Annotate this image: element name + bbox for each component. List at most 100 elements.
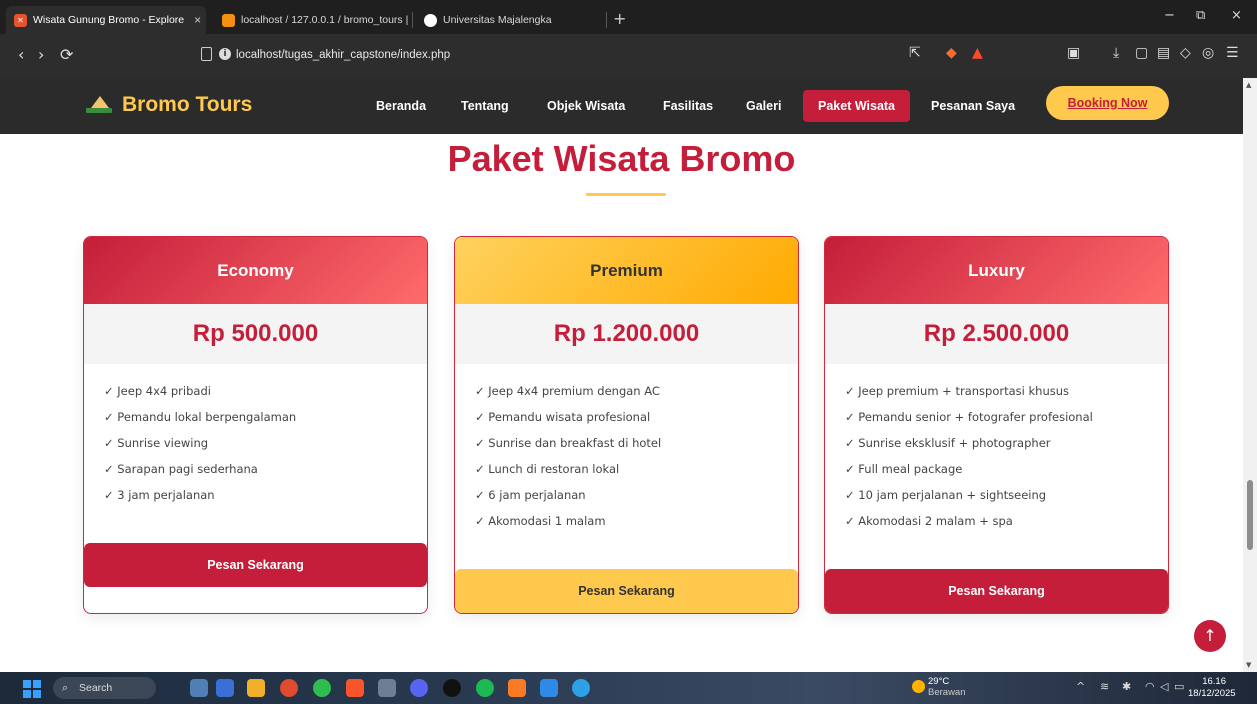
search-icon: ⌕	[62, 682, 69, 694]
nav-paket-wisata[interactable]: Paket Wisata	[803, 90, 911, 122]
edge-icon[interactable]	[572, 679, 590, 697]
xampp-favicon-icon: ✕	[14, 13, 27, 27]
package-card-luxury: Luxury Rp 2.500.000 ✓ Jeep premium + tra…	[824, 236, 1169, 614]
feature-item: ✓ Akomodasi 1 malam	[475, 514, 606, 528]
feature-list: ✓ Jeep 4x4 pribadi ✓ Pemandu lokal berpe…	[84, 364, 427, 511]
taskbar-search[interactable]: ⌕ Search	[53, 677, 156, 699]
discord-icon[interactable]	[410, 679, 428, 697]
package-card-premium: Premium Rp 1.200.000 ✓ Jeep 4x4 premium …	[454, 236, 799, 614]
title-underline	[586, 193, 666, 196]
weather-desc: Berawan	[928, 687, 966, 698]
feature-item: ✓ Sunrise viewing	[104, 436, 209, 450]
feature-item: ✓ Pemandu senior + fotografer profesiona…	[845, 410, 1093, 424]
brave-icon[interactable]	[346, 679, 364, 697]
xampp-icon[interactable]	[508, 679, 526, 697]
back-to-top-button[interactable]: ↑	[1194, 620, 1226, 652]
tab-bromo[interactable]: ✕ Wisata Gunung Bromo - Explore ×	[6, 6, 206, 34]
weather-temp: 29°C	[928, 676, 950, 687]
feature-list: ✓ Jeep premium + transportasi khusus ✓ P…	[825, 364, 1168, 537]
vpn-icon[interactable]: ◎	[1202, 45, 1214, 61]
nav-tentang[interactable]: Tentang	[446, 90, 524, 122]
forward-icon[interactable]: ›	[38, 45, 44, 64]
maximize-button[interactable]: ⧉	[1196, 8, 1205, 23]
wallet-icon[interactable]: ▤	[1157, 45, 1170, 61]
feature-item: ✓ Sunrise dan breakfast di hotel	[475, 436, 662, 450]
chrome-icon[interactable]	[280, 679, 298, 697]
browser-address-bar: ‹ › ⟳ i localhost/tugas_akhir_capstone/i…	[0, 34, 1257, 78]
scroll-down-icon[interactable]: ▼	[1246, 661, 1251, 669]
menu-icon[interactable]: ☰	[1226, 45, 1239, 61]
section-title: Paket Wisata Bromo	[447, 138, 796, 179]
package-name: Premium	[455, 237, 798, 304]
windows-start-icon[interactable]	[23, 680, 41, 698]
spotify-icon[interactable]	[476, 679, 494, 697]
weather-icon	[912, 680, 925, 693]
feature-item: ✓ 3 jam perjalanan	[104, 488, 215, 502]
nav-objek-wisata[interactable]: Objek Wisata	[532, 90, 640, 122]
wifi-icon[interactable]: ◠	[1145, 680, 1155, 693]
feature-item: ✓ Lunch di restoran lokal	[475, 462, 620, 476]
chevron-up-icon[interactable]: ^	[1076, 680, 1085, 693]
battery-icon[interactable]: ▭	[1174, 680, 1184, 693]
system-clock[interactable]: 16.16 18/12/2025	[1188, 676, 1236, 700]
reload-icon[interactable]: ⟳	[60, 45, 73, 64]
sidebar-icon[interactable]: ▢	[1135, 45, 1148, 61]
feature-item: ✓ Jeep 4x4 pribadi	[104, 384, 211, 398]
scroll-up-icon[interactable]: ▲	[1246, 81, 1251, 89]
tiktok-icon[interactable]	[443, 679, 461, 697]
feature-item: ✓ 6 jam perjalanan	[475, 488, 586, 502]
download-icon[interactable]: ⤓	[1113, 45, 1119, 61]
reader-mode-icon[interactable]: ▣	[1067, 45, 1080, 61]
close-window-button[interactable]: ×	[1231, 8, 1242, 23]
minimize-button[interactable]: −	[1164, 8, 1175, 23]
nav-beranda[interactable]: Beranda	[361, 90, 441, 122]
close-tab-icon[interactable]: ×	[194, 13, 201, 27]
whatsapp-icon[interactable]	[313, 679, 331, 697]
brave-rewards-icon[interactable]: ▲	[972, 45, 983, 61]
vscode-icon[interactable]	[540, 679, 558, 697]
feature-item: ✓ Jeep 4x4 premium dengan AC	[475, 384, 660, 398]
clock-date: 18/12/2025	[1188, 688, 1236, 699]
mountain-icon	[86, 94, 112, 116]
pesan-sekarang-button[interactable]: Pesan Sekarang	[455, 569, 798, 613]
url-field[interactable]: localhost/tugas_akhir_capstone/index.php	[236, 49, 450, 61]
windows-taskbar: ⌕ Search 29°C Berawan ^ ≋ ✱ ◠ ◁ ▭ 16.16 …	[0, 672, 1257, 704]
snipping-tool-icon[interactable]	[378, 679, 396, 697]
tab-phpmyadmin[interactable]: localhost / 127.0.0.1 / bromo_tours |	[214, 6, 410, 34]
nav-pesanan-saya[interactable]: Pesanan Saya	[916, 90, 1030, 122]
new-tab-button[interactable]: +	[613, 9, 626, 28]
feature-item: ✓ 10 jam perjalanan + sightseeing	[845, 488, 1047, 502]
network-tray-icon[interactable]: ≋	[1100, 680, 1109, 693]
feature-item: ✓ Akomodasi 2 malam + spa	[845, 514, 1013, 528]
site-logo[interactable]: Bromo Tours	[86, 93, 252, 117]
file-explorer-icon[interactable]	[247, 679, 265, 697]
tab-title: Wisata Gunung Bromo - Explore	[33, 14, 185, 26]
pesan-sekarang-button[interactable]: Pesan Sekarang	[825, 569, 1168, 613]
tab-title: Universitas Majalengka	[443, 14, 552, 26]
bluetooth-icon[interactable]: ✱	[1122, 680, 1131, 693]
extensions-icon[interactable]: ◇	[1180, 45, 1191, 61]
phpmyadmin-favicon-icon	[222, 13, 235, 27]
scroll-thumb[interactable]	[1247, 480, 1253, 550]
logo-text: Bromo Tours	[122, 93, 253, 116]
nav-galeri[interactable]: Galeri	[731, 90, 796, 122]
bookmark-icon[interactable]	[201, 47, 212, 61]
back-icon[interactable]: ‹	[18, 45, 24, 64]
volume-icon[interactable]: ◁	[1160, 680, 1168, 693]
task-view-icon[interactable]	[216, 679, 234, 697]
booking-now-button[interactable]: Booking Now	[1046, 86, 1169, 120]
share-icon[interactable]: ⇱	[909, 45, 921, 61]
tab-separator	[412, 12, 413, 28]
package-card-economy: Economy Rp 500.000 ✓ Jeep 4x4 pribadi ✓ …	[83, 236, 428, 614]
tab-title: localhost / 127.0.0.1 / bromo_tours |	[241, 14, 409, 26]
nav-fasilitas[interactable]: Fasilitas	[648, 90, 728, 122]
feature-item: ✓ Sarapan pagi sederhana	[104, 462, 258, 476]
widgets-icon[interactable]	[190, 679, 208, 697]
brave-shield-icon[interactable]: ◆	[946, 45, 957, 61]
page-scrollbar[interactable]: ▲ ▼	[1243, 78, 1257, 672]
weather-widget[interactable]: 29°C Berawan	[928, 676, 966, 698]
tab-github[interactable]: Universitas Majalengka	[416, 6, 606, 34]
pesan-sekarang-button[interactable]: Pesan Sekarang	[84, 543, 427, 587]
tab-separator	[606, 12, 607, 28]
site-info-icon[interactable]: i	[219, 48, 231, 60]
